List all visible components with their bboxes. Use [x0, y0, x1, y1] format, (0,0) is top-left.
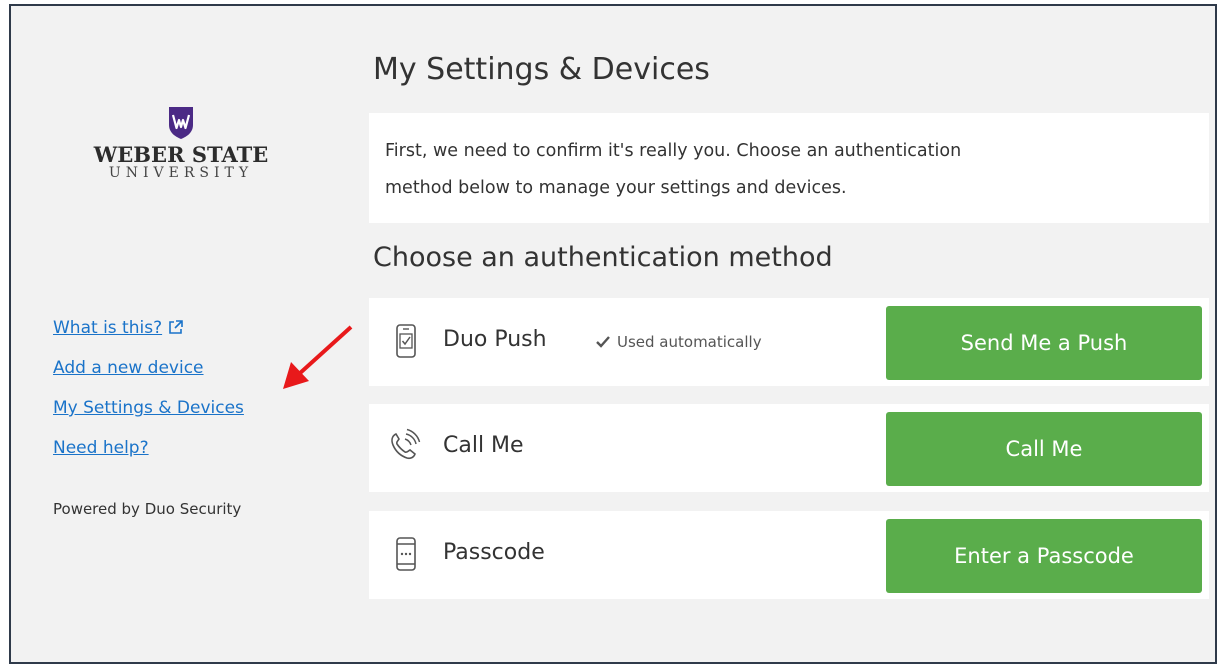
- red-arrow-icon: [283, 325, 353, 389]
- intro-message: First, we need to confirm it's really yo…: [369, 113, 1209, 223]
- send-push-button[interactable]: Send Me a Push: [886, 306, 1202, 380]
- used-automatically-text: Used automatically: [617, 333, 762, 351]
- sidebar-links: What is this? Add a new device My Settin…: [53, 314, 244, 474]
- add-device-link[interactable]: Add a new device: [53, 354, 244, 383]
- intro-line-2: method below to manage your settings and…: [385, 178, 847, 198]
- intro-line-1: First, we need to confirm it's really yo…: [385, 141, 962, 161]
- method-row-duo-push: Duo Push Used automatically Send Me a Pu…: [369, 298, 1209, 386]
- logo-subtext: UNIVERSITY: [108, 165, 254, 181]
- checkmark-icon: [596, 336, 610, 348]
- call-me-label: Call Me: [443, 433, 524, 458]
- phone-push-icon: [396, 324, 416, 358]
- method-row-call-me: Call Me Call Me: [369, 404, 1209, 492]
- weber-state-shield-icon: [169, 107, 193, 139]
- need-help-link[interactable]: Need help?: [53, 434, 244, 463]
- settings-devices-link[interactable]: My Settings & Devices: [53, 394, 244, 423]
- enter-passcode-button[interactable]: Enter a Passcode: [886, 519, 1202, 593]
- logo-wordmark: WEBER STATE: [93, 142, 269, 167]
- page-title: My Settings & Devices: [373, 52, 710, 87]
- passcode-device-icon: [396, 537, 416, 571]
- university-logo: WEBER STATE UNIVERSITY: [91, 106, 271, 181]
- passcode-label: Passcode: [443, 540, 545, 565]
- duo-push-label: Duo Push: [443, 327, 547, 352]
- what-is-this-link[interactable]: What is this?: [53, 314, 244, 343]
- external-link-icon: [169, 320, 183, 334]
- what-is-this-label: What is this?: [53, 318, 163, 338]
- duo-prompt-frame: WEBER STATE UNIVERSITY What is this? Add…: [9, 4, 1217, 664]
- powered-by-text: Powered by Duo Security: [53, 500, 242, 518]
- used-automatically-note: Used automatically: [595, 333, 762, 351]
- section-title: Choose an authentication method: [373, 242, 833, 273]
- phone-call-icon: [391, 428, 421, 460]
- call-me-button[interactable]: Call Me: [886, 412, 1202, 486]
- method-row-passcode: Passcode Enter a Passcode: [369, 511, 1209, 599]
